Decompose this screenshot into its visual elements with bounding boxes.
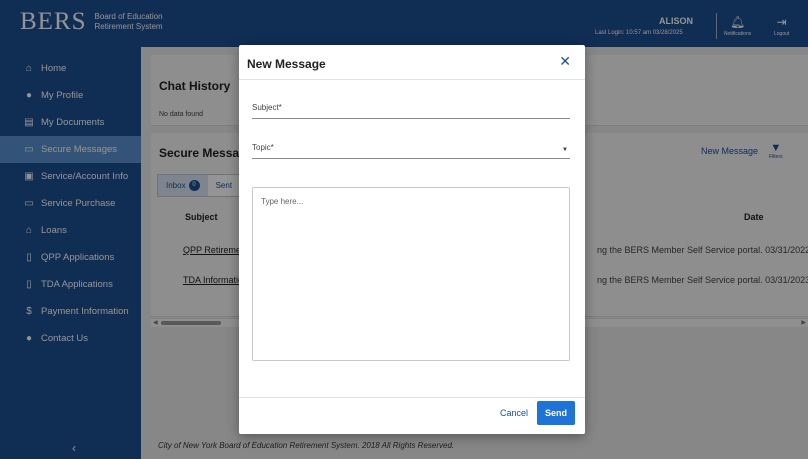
- close-icon[interactable]: ✕: [559, 53, 571, 70]
- dialog-divider-top: [239, 79, 585, 80]
- dialog-title: New Message: [247, 57, 326, 71]
- send-button[interactable]: Send: [537, 401, 575, 425]
- chevron-down-icon: ▼: [562, 147, 568, 153]
- subject-label: Subject*: [252, 103, 282, 112]
- topic-label: Topic*: [252, 143, 274, 152]
- topic-select[interactable]: Topic* ▼: [252, 143, 570, 159]
- new-message-dialog: New Message ✕ Subject* Topic* ▼ Type her…: [239, 45, 585, 434]
- message-body-textarea[interactable]: Type here...: [252, 187, 570, 361]
- dialog-divider-bottom: [239, 397, 585, 398]
- subject-field[interactable]: Subject*: [252, 103, 570, 119]
- body-placeholder: Type here...: [261, 197, 304, 206]
- cancel-button[interactable]: Cancel: [500, 408, 528, 418]
